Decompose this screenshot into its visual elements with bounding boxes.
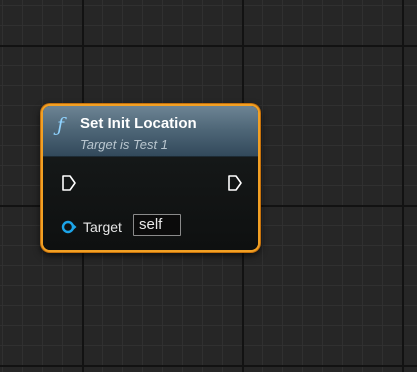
node-subtitle: Target is Test 1 <box>80 137 168 152</box>
target-pin-label: Target <box>83 219 122 235</box>
function-icon: ƒ <box>57 114 65 136</box>
set-init-location-node[interactable]: ƒ Set Init Location Target is Test 1 Tar… <box>41 104 260 252</box>
exec-output-pin-icon[interactable] <box>227 174 243 192</box>
node-body: Target self <box>43 157 258 250</box>
target-object-pin-icon[interactable] <box>61 220 77 234</box>
target-value-field[interactable]: self <box>133 214 181 236</box>
node-header[interactable]: ƒ Set Init Location Target is Test 1 <box>43 106 258 157</box>
blueprint-graph-canvas[interactable]: ƒ Set Init Location Target is Test 1 Tar… <box>0 0 417 372</box>
exec-input-pin-icon[interactable] <box>61 174 77 192</box>
node-title: Set Init Location <box>80 115 197 132</box>
